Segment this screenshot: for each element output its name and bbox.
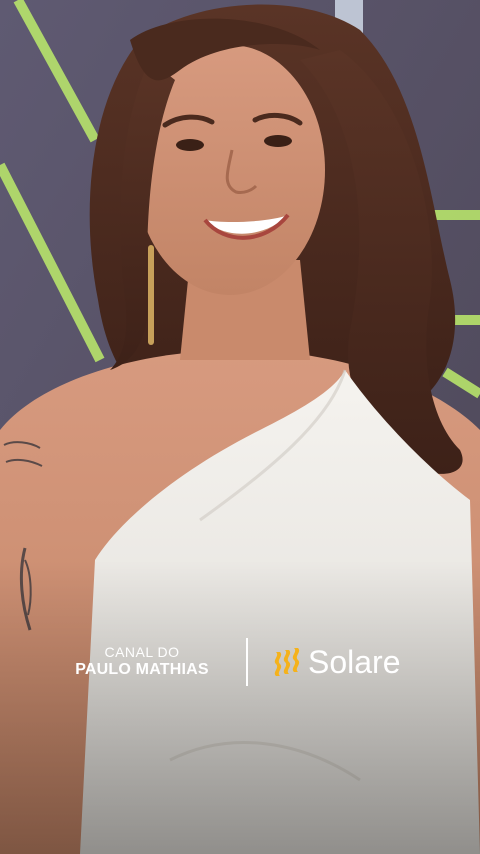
- channel-logo: CANAL DO PAULO MATHIAS: [62, 644, 222, 680]
- channel-logo-line2: PAULO MATHIAS: [75, 661, 209, 678]
- sponsor-logo: Solare: [270, 644, 401, 680]
- story-frame: CANAL DO PAULO MATHIAS Solare: [0, 0, 480, 854]
- channel-logo-line1: CANAL DO: [104, 644, 180, 660]
- photo: [0, 0, 480, 854]
- brand-divider: [246, 638, 248, 686]
- sponsor-name: Solare: [308, 644, 401, 680]
- brand-bar: CANAL DO PAULO MATHIAS Solare: [0, 630, 480, 694]
- solare-logo-icon: [274, 648, 300, 676]
